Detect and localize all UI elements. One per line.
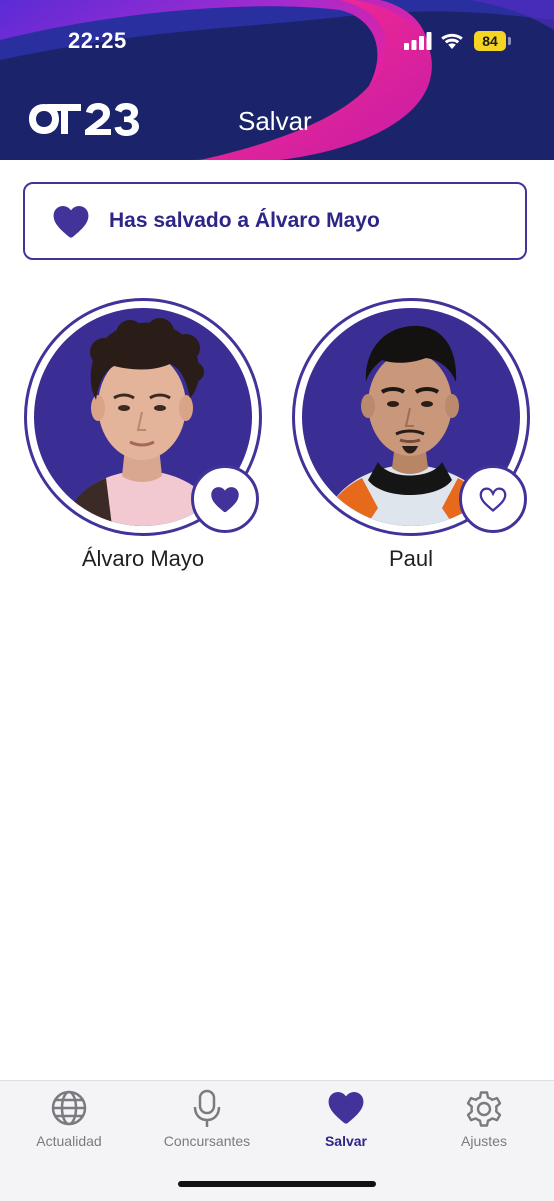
contestant-name: Álvaro Mayo <box>81 546 205 571</box>
save-contestant-button[interactable] <box>459 465 527 533</box>
heart-filled-icon <box>211 487 239 513</box>
tab-actualidad[interactable]: Actualidad <box>0 1081 138 1161</box>
tab-label: Salvar <box>324 1133 368 1149</box>
contestant-name: Paul <box>388 546 434 571</box>
battery-level: 84 <box>474 31 506 51</box>
microphone-icon <box>193 1089 221 1127</box>
contestant-card[interactable]: Álvaro Mayo <box>24 298 264 588</box>
wifi-icon <box>441 33 463 49</box>
tab-label: Actualidad <box>36 1133 102 1149</box>
tab-ajustes[interactable]: Ajustes <box>415 1081 553 1161</box>
app-header: 22:25 84 Salvar <box>0 0 554 160</box>
ot23-logo <box>27 100 143 143</box>
status-indicators: 84 <box>404 30 511 52</box>
tab-label: Concursantes <box>163 1133 251 1149</box>
battery-indicator: 84 <box>474 31 511 51</box>
globe-icon <box>51 1090 87 1126</box>
tab-concursantes[interactable]: Concursantes <box>138 1081 276 1161</box>
page-title: Salvar <box>238 106 312 136</box>
heart-icon <box>328 1091 364 1124</box>
save-contestant-button[interactable] <box>191 465 259 533</box>
saved-confirmation-banner: Has salvado a Álvaro Mayo <box>23 182 527 260</box>
home-indicator[interactable] <box>178 1181 376 1187</box>
status-time: 22:25 <box>68 28 127 53</box>
tab-label: Ajustes <box>461 1133 507 1149</box>
cellular-signal-icon <box>404 32 432 50</box>
saved-message: Has salvado a Álvaro Mayo <box>109 209 380 232</box>
tab-salvar[interactable]: Salvar <box>277 1081 415 1161</box>
contestant-card[interactable]: Paul <box>292 298 532 588</box>
gear-icon <box>466 1091 502 1127</box>
battery-tip <box>508 37 511 45</box>
heart-outline-icon <box>479 487 507 512</box>
heart-filled-icon <box>53 205 89 238</box>
